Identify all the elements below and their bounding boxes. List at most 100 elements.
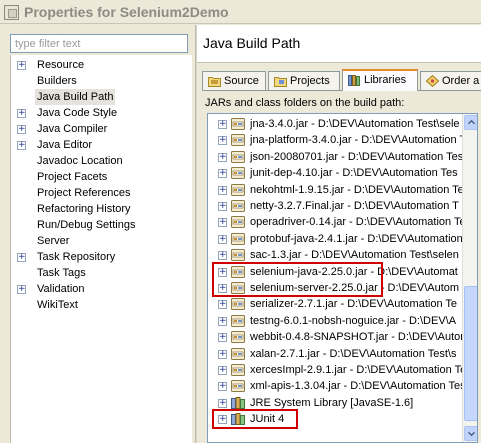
nav-item-label: WikiText — [37, 299, 78, 311]
library-entry[interactable]: + JUnit 4 — [208, 411, 476, 427]
jar-icon — [231, 200, 245, 212]
library-entry[interactable]: + json-20080701.jar - D:\DEV\Automation T… — [208, 149, 476, 165]
expand-icon[interactable]: + — [218, 152, 227, 162]
build-path-list[interactable]: + jna-3.4.0.jar - D:\DEV\Automation Test\… — [207, 113, 478, 443]
library-entry[interactable]: + xml-apis-1.3.04.jar - D:\DEV\Automation… — [208, 378, 476, 394]
chevron-up-icon — [467, 119, 476, 125]
library-icon — [231, 413, 245, 426]
nav-item-label: Task Tags — [37, 267, 86, 279]
nav-item-label: Java Compiler — [37, 123, 108, 135]
category-tree: + Resource Builders Java Build Path + Java Co… — [10, 55, 192, 443]
library-entry-label: xml-apis-1.3.04.jar - D:\DEV\Automation … — [250, 380, 466, 393]
tab-source[interactable]: Source — [202, 71, 266, 91]
jar-icon — [231, 232, 245, 245]
library-entry-label: json-20080701.jar - D:\DEV\Automation Te… — [250, 150, 464, 163]
expand-icon[interactable]: + — [218, 267, 227, 277]
tab-libraries[interactable]: Libraries — [342, 69, 418, 91]
expand-icon[interactable]: + — [17, 141, 26, 150]
library-entry[interactable]: + jna-3.4.0.jar - D:\DEV\Automation Test\… — [208, 116, 476, 132]
vertical-scrollbar[interactable] — [462, 114, 477, 442]
jar-icon — [231, 331, 245, 344]
library-entry-label: xercesImpl-2.9.1.jar - D:\DEV\Automation… — [250, 364, 467, 376]
order-export-icon — [426, 75, 439, 87]
nav-item-label: Java Code Style — [37, 107, 118, 119]
library-entry-label: junit-dep-4.10.jar - D:\DEV\Automation T… — [250, 167, 458, 180]
expand-icon[interactable]: + — [218, 284, 227, 293]
expand-icon[interactable]: + — [218, 300, 227, 310]
library-entry-label: netty-3.2.7.Final.jar - D:\DEV\Automatio… — [250, 200, 459, 212]
jar-icon — [231, 347, 245, 360]
jar-icon — [231, 150, 245, 163]
tab-label: Projects — [290, 75, 330, 87]
library-entry[interactable]: + webbit-0.4.8-SNAPSHOT.jar - D:\DEV\Auto… — [208, 329, 476, 345]
property-page: Java Build Path Source Projects Librarie… — [197, 25, 481, 443]
expand-icon[interactable]: + — [218, 316, 227, 326]
library-entry[interactable]: + protobuf-java-2.4.1.jar - D:\DEV\Automa… — [208, 231, 476, 247]
library-entry[interactable]: + testng-6.0.1-nobsh-noguice.jar - D:\DEV… — [208, 313, 476, 329]
nav-item-label: Java Editor — [37, 139, 93, 151]
tab-label: Source — [224, 75, 259, 87]
library-entry-label: selenium-java-2.25.0.jar - D:\DEV\Automa… — [250, 265, 458, 278]
scroll-down-button[interactable] — [464, 426, 477, 441]
library-entry[interactable]: + nekohtml-1.9.15.jar - D:\DEV\Automation… — [208, 182, 476, 198]
tab-order-export[interactable]: Order a — [420, 71, 481, 91]
expand-icon[interactable]: + — [17, 61, 26, 70]
library-entry-label: nekohtml-1.9.15.jar - D:\DEV\Automation … — [250, 183, 464, 196]
library-entry[interactable]: + sac-1.3.jar - D:\DEV\Automation Test\se… — [208, 247, 476, 263]
expand-icon[interactable]: + — [218, 136, 227, 146]
expand-icon[interactable]: + — [218, 398, 227, 408]
expand-icon[interactable]: + — [218, 382, 227, 392]
library-entry[interactable]: + xercesImpl-2.9.1.jar - D:\DEV\Automatio… — [208, 362, 476, 378]
source-folder-icon — [208, 77, 221, 87]
expand-icon[interactable]: + — [218, 349, 227, 359]
nav-item-label: Task Repository — [37, 251, 116, 263]
library-entry[interactable]: + junit-dep-4.10.jar - D:\DEV\Automation … — [208, 165, 476, 181]
library-entry-label: webbit-0.4.8-SNAPSHOT.jar - D:\DEV\Autom — [250, 331, 470, 344]
nav-item-label: Server — [37, 235, 70, 247]
tab-projects[interactable]: Projects — [268, 71, 340, 91]
expand-icon[interactable]: + — [17, 109, 26, 118]
expand-icon[interactable]: + — [218, 234, 227, 244]
nav-item-label: Validation — [37, 283, 85, 295]
expand-icon[interactable]: + — [218, 218, 227, 228]
filter-input[interactable] — [10, 34, 188, 53]
library-entry-label: serializer-2.7.1.jar - D:\DEV\Automation… — [250, 298, 458, 311]
library-entry[interactable]: + jna-platform-3.4.0.jar - D:\DEV\Automat… — [208, 132, 476, 148]
expand-icon[interactable]: + — [218, 333, 227, 343]
expand-icon[interactable]: + — [218, 202, 227, 211]
expand-icon[interactable]: + — [17, 285, 26, 294]
library-entry[interactable]: + serializer-2.7.1.jar - D:\DEV\Automatio… — [208, 296, 476, 312]
library-entry-label: selenium-server-2.25.0.jar - D:\DEV\Auto… — [250, 282, 460, 294]
jar-icon — [231, 249, 245, 262]
tab-label: Order a — [442, 75, 480, 87]
library-entry-label: operadriver-0.14.jar - D:\DEV\Automation… — [250, 216, 466, 229]
library-entry[interactable]: + JRE System Library [JavaSE-1.6] — [208, 395, 476, 411]
expand-icon[interactable]: + — [17, 125, 26, 134]
scroll-up-button[interactable] — [464, 115, 477, 130]
library-entry[interactable]: + xalan-2.7.1.jar - D:\DEV\Automation Tes… — [208, 346, 476, 362]
library-entry[interactable]: + netty-3.2.7.Final.jar - D:\DEV\Automati… — [208, 198, 476, 214]
nav-item-label: Javadoc Location — [37, 155, 123, 167]
page-header: Java Build Path — [197, 25, 481, 63]
nav-item-label: Run/Debug Settings — [37, 219, 136, 231]
expand-icon[interactable]: + — [218, 415, 227, 425]
expand-icon[interactable]: + — [218, 169, 227, 179]
expand-icon[interactable]: + — [218, 366, 227, 375]
library-entry[interactable]: + selenium-server-2.25.0.jar - D:\DEV\Aut… — [208, 280, 476, 296]
library-entry[interactable]: + selenium-java-2.25.0.jar - D:\DEV\Autom… — [208, 264, 476, 280]
library-icon — [231, 396, 245, 409]
expand-icon[interactable]: + — [218, 120, 227, 129]
jar-icon — [231, 118, 245, 130]
library-entry-label: JUnit 4 — [250, 413, 285, 426]
nav-item-label: Java Build Path — [35, 89, 116, 105]
nav-item-label: Project References — [37, 187, 131, 199]
expand-icon[interactable]: + — [218, 185, 227, 195]
properties-icon — [4, 5, 19, 20]
library-entry-label: sac-1.3.jar - D:\DEV\Automation Test\sel… — [250, 249, 459, 262]
jar-icon — [231, 364, 245, 376]
jar-icon — [231, 380, 245, 393]
expand-icon[interactable]: + — [218, 251, 227, 261]
expand-icon[interactable]: + — [17, 253, 26, 262]
library-entry[interactable]: + operadriver-0.14.jar - D:\DEV\Automatio… — [208, 214, 476, 230]
scroll-thumb[interactable] — [464, 286, 477, 421]
